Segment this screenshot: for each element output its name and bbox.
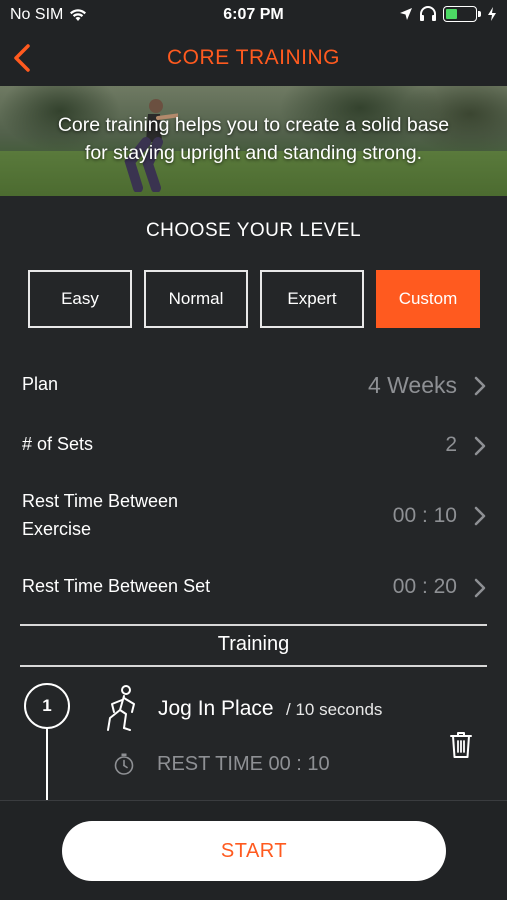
battery-fill [446, 9, 458, 19]
hero-text-line1: Core training helps you to create a soli… [57, 114, 450, 136]
hero-text: Core training helps you to create a soli… [0, 111, 507, 167]
rest-exercise-value: 00 : 10 [392, 504, 457, 527]
level-custom-button[interactable]: Custom [376, 270, 480, 328]
chevron-right-icon [474, 578, 486, 598]
rest-exercise-row[interactable]: Rest Time Between Exercise 00 : 10 [0, 484, 507, 548]
jogging-icon [107, 685, 135, 731]
start-button[interactable]: START [62, 821, 446, 881]
hero-text-line2: for staying upright and standing strong. [84, 142, 423, 164]
trash-icon[interactable] [449, 731, 473, 759]
sets-label: # of Sets [22, 434, 94, 454]
status-right [399, 6, 497, 22]
level-title: CHOOSE YOUR LEVEL [145, 220, 362, 241]
plan-label: Plan [22, 374, 59, 394]
exercise-name: Jog In Place [158, 697, 274, 720]
battery-icon [443, 6, 481, 22]
rest-exercise-label-line2: Exercise [22, 519, 92, 539]
level-easy-button[interactable]: Easy [28, 270, 132, 328]
plan-row[interactable]: Plan 4 Weeks [0, 364, 507, 408]
sets-value: 2 [445, 433, 457, 456]
plan-value: 4 Weeks [367, 372, 457, 398]
rest-exercise-label: Rest Time Between Exercise [22, 487, 178, 543]
stopwatch-icon [114, 753, 134, 775]
headphones-icon [420, 6, 436, 21]
exercise-rest-time: REST TIME 00 : 10 [157, 753, 330, 775]
rest-exercise-label-line1: Rest Time Between [22, 491, 179, 511]
exercise-duration: / 10 seconds [286, 700, 383, 719]
status-bar: No SIM 6:07 PM [0, 0, 507, 30]
location-icon [400, 8, 412, 20]
hero-banner: Core training helps you to create a soli… [0, 86, 507, 196]
step-number: 1 [24, 683, 70, 729]
level-expert-button[interactable]: Expert [260, 270, 364, 328]
rest-set-row[interactable]: Rest Time Between Set 00 : 20 [0, 566, 507, 610]
page-title: CORE TRAINING [167, 46, 340, 69]
rest-set-value: 00 : 20 [392, 575, 457, 598]
divider [20, 624, 487, 626]
charging-icon [488, 7, 496, 21]
chevron-right-icon [474, 376, 486, 396]
sets-row[interactable]: # of Sets 2 [0, 424, 507, 468]
training-title: Training [217, 633, 290, 655]
level-normal-button[interactable]: Normal [144, 270, 248, 328]
chevron-right-icon [474, 506, 486, 526]
nav-bar: CORE TRAINING [0, 30, 507, 86]
rest-set-label: Rest Time Between Set [22, 576, 211, 596]
divider [20, 665, 487, 667]
timeline-line [46, 725, 48, 805]
chevron-right-icon [474, 436, 486, 456]
